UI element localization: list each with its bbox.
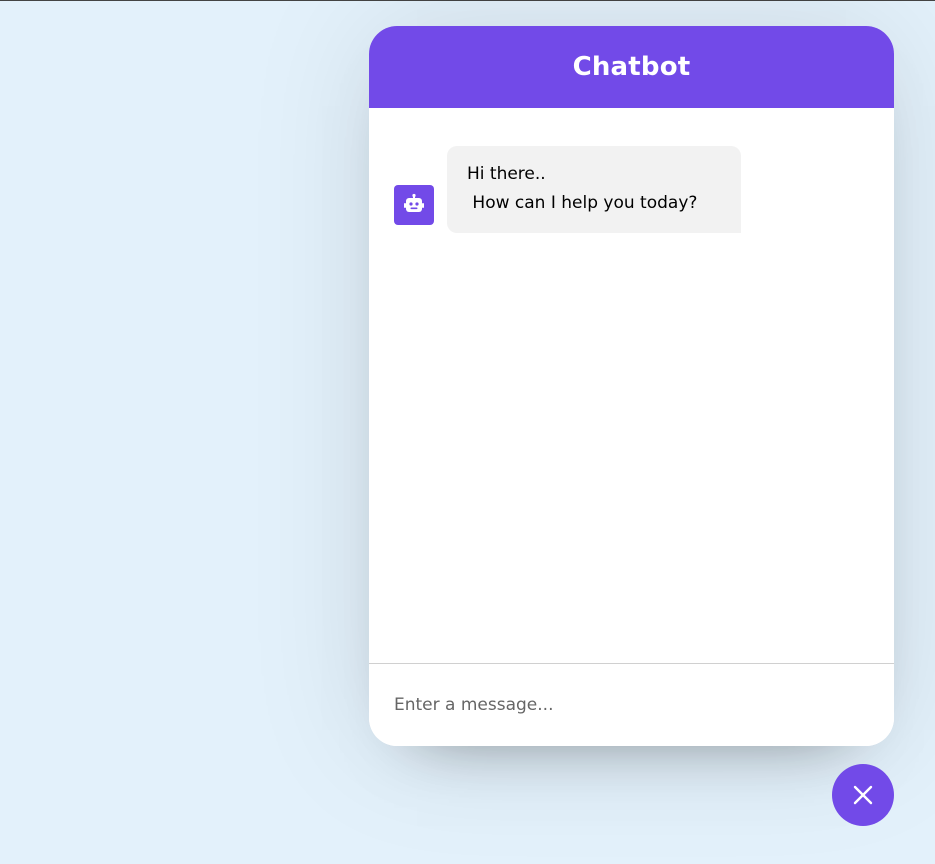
- close-icon: [852, 784, 874, 806]
- chatbot-window: Chatbot Hi there.. How can I help you to…: [369, 26, 894, 746]
- message-input[interactable]: [394, 688, 854, 722]
- chatbot-title: Chatbot: [572, 52, 691, 82]
- chat-bubble-text: Hi there.. How can I help you today?: [447, 146, 741, 233]
- chatbox[interactable]: Hi there.. How can I help you today?: [369, 108, 894, 663]
- chat-message-incoming: Hi there.. How can I help you today?: [394, 146, 741, 233]
- page-top-border: [0, 0, 935, 1]
- robot-icon: [394, 185, 434, 225]
- chatbot-header: Chatbot: [369, 26, 894, 108]
- chatbot-toggle-button[interactable]: [832, 764, 894, 826]
- chat-input-bar: [369, 663, 894, 746]
